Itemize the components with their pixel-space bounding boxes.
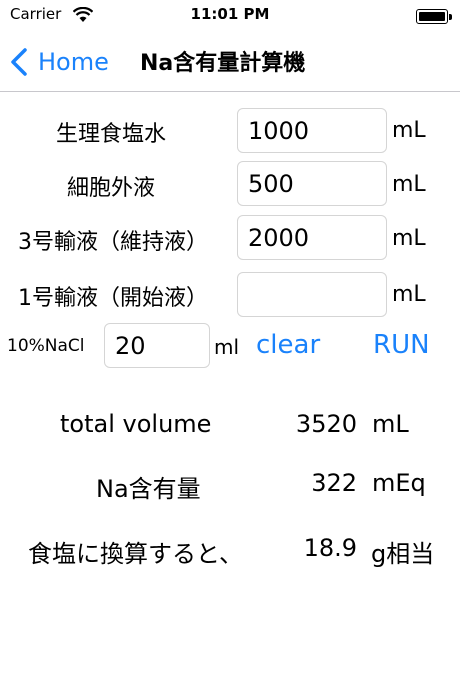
unit-ecf: mL	[392, 172, 426, 197]
nacl-volume-field[interactable]	[104, 323, 210, 368]
unit-maintenance: mL	[392, 226, 426, 251]
chevron-left-icon	[11, 48, 27, 76]
battery-icon	[416, 9, 448, 24]
label-ecf: 細胞外液	[67, 176, 156, 201]
total-volume-value: 3520	[295, 410, 357, 438]
run-button[interactable]: RUN	[373, 330, 430, 360]
label-maintenance: 3号輸液（維持液）	[18, 230, 208, 255]
na-content-label: Na含有量	[96, 475, 201, 503]
na-content-unit: mEq	[372, 469, 426, 497]
back-button[interactable]: Home	[8, 42, 109, 82]
label-saline: 生理食塩水	[56, 122, 167, 147]
ecf-volume-field[interactable]	[237, 161, 387, 206]
initial-volume-field[interactable]	[237, 272, 387, 317]
total-volume-label: total volume	[60, 410, 212, 438]
na-content-value: 322	[311, 469, 357, 497]
unit-initial: mL	[392, 282, 426, 307]
page-title: Na含有量計算機	[140, 51, 306, 76]
label-initial: 1号輸液（開始液）	[18, 286, 208, 311]
salt-equivalent-value: 18.9	[303, 534, 357, 562]
salt-equivalent-label: 食塩に換算すると、	[28, 540, 244, 568]
unit-saline: mL	[392, 118, 426, 143]
saline-volume-field[interactable]	[237, 108, 387, 153]
back-label: Home	[38, 48, 109, 76]
clear-button[interactable]: clear	[256, 330, 320, 360]
clock: 11:01 PM	[190, 5, 270, 23]
status-bar: Carrier 11:01 PM	[0, 0, 460, 32]
battery-tip	[449, 14, 452, 20]
label-nacl: 10%NaCl	[7, 336, 85, 356]
salt-equivalent-unit: g相当	[371, 540, 435, 568]
maintenance-volume-field[interactable]	[237, 215, 387, 260]
total-volume-unit: mL	[372, 410, 409, 438]
unit-nacl: ml	[214, 335, 240, 359]
